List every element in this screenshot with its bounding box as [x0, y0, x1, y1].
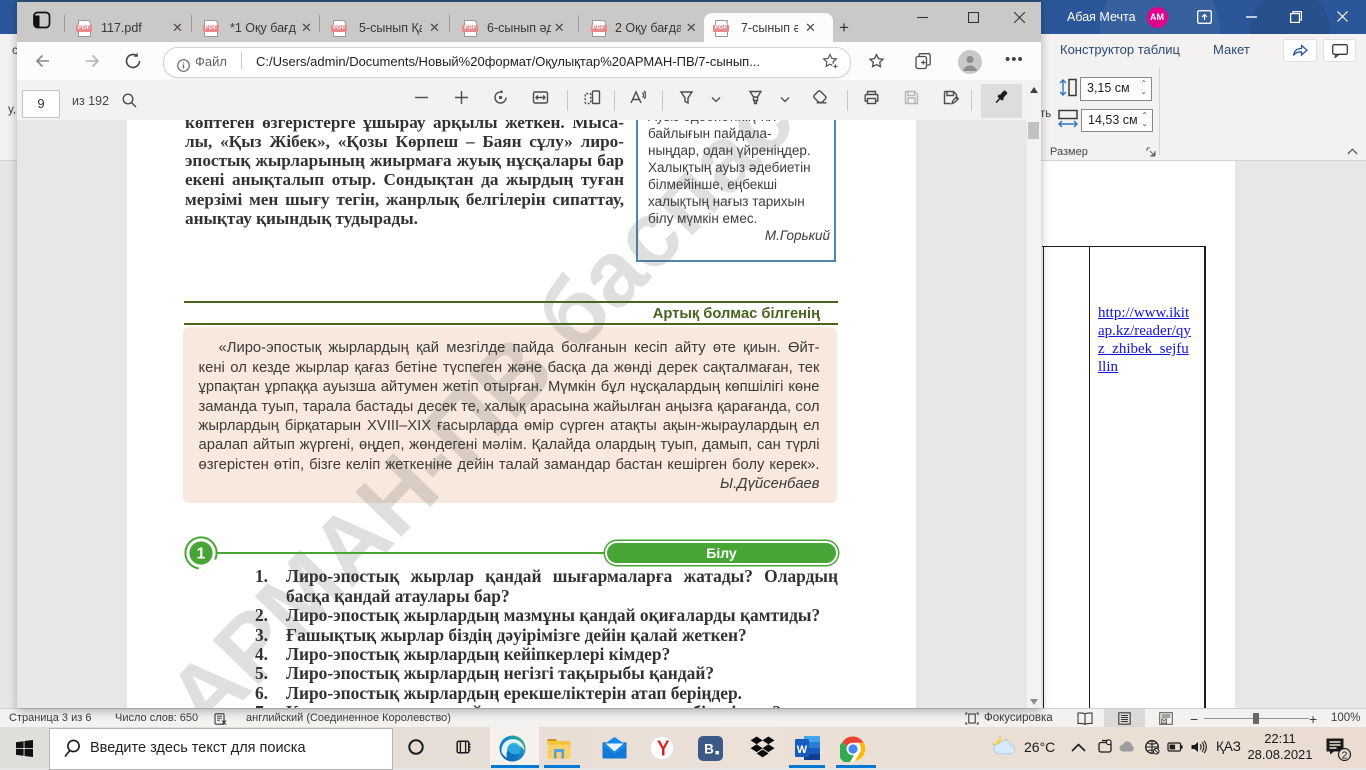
svg-text:2: 2 [1342, 749, 1348, 761]
svg-text:B: B [704, 742, 714, 757]
svg-text:1: 1 [197, 546, 206, 563]
svg-text:W: W [797, 744, 808, 756]
